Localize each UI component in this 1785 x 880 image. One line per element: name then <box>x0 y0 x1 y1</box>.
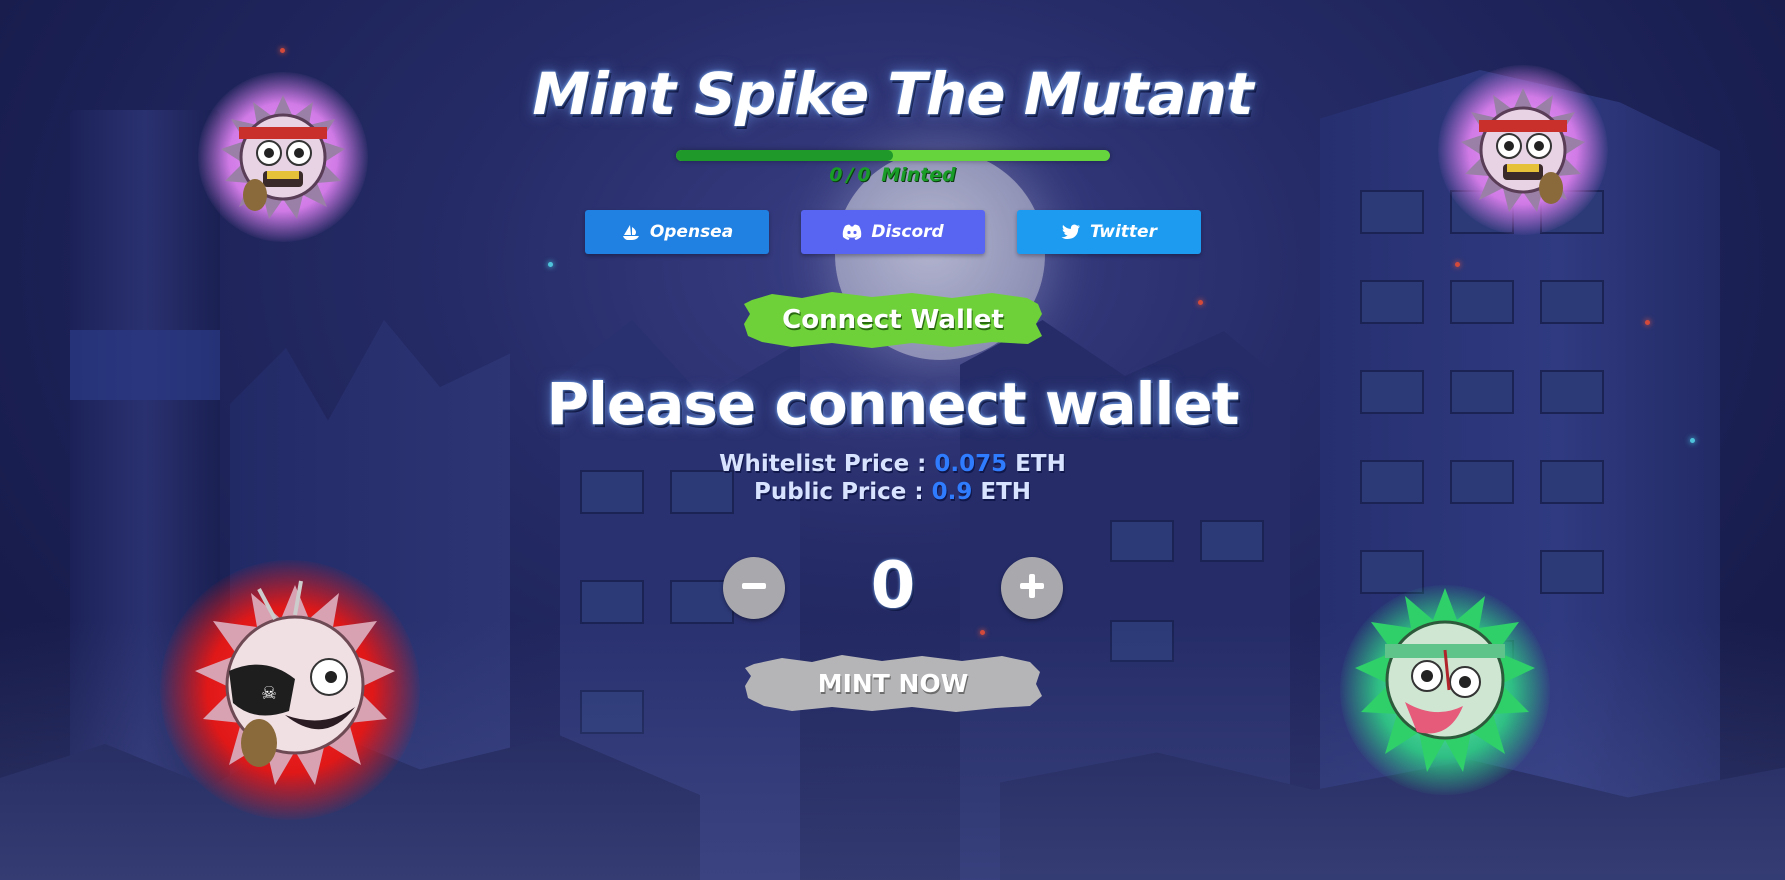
quantity-stepper: 0 <box>723 549 1063 623</box>
svg-text:☠: ☠ <box>261 683 277 704</box>
price-info: Whitelist Price : 0.075 ETH Public Price… <box>0 450 1785 506</box>
discord-label: Discord <box>871 222 944 242</box>
minted-count: 0 <box>829 164 843 186</box>
whitelist-price-unit: ETH <box>1015 451 1066 477</box>
mint-now-button[interactable]: MINT NOW <box>742 652 1044 714</box>
whitelist-price-value: 0.075 <box>934 451 1008 477</box>
social-links: Opensea Discord Twitter <box>585 210 1201 254</box>
public-price: Public Price : 0.9 ETH <box>0 478 1785 506</box>
whitelist-price-label: Whitelist Price : <box>719 451 927 477</box>
discord-button[interactable]: Discord <box>801 210 985 254</box>
increment-button[interactable] <box>1001 557 1063 619</box>
twitter-button[interactable]: Twitter <box>1017 210 1201 254</box>
wallet-status-message: Please connect wallet <box>546 370 1240 438</box>
connect-wallet-label: Connect Wallet <box>782 305 1004 335</box>
ember <box>1690 438 1695 443</box>
page-title: Mint Spike The Mutant <box>532 60 1253 128</box>
mint-progress-fill <box>676 150 893 161</box>
ember <box>1645 320 1650 325</box>
whitelist-price: Whitelist Price : 0.075 ETH <box>0 450 1785 478</box>
public-price-label: Public Price : <box>753 479 924 505</box>
plus-icon <box>1015 569 1049 607</box>
minted-suffix: Minted <box>881 164 956 186</box>
ember <box>980 630 985 635</box>
ember <box>280 48 285 53</box>
twitter-label: Twitter <box>1090 222 1157 242</box>
twitter-icon <box>1061 222 1081 242</box>
public-price-value: 0.9 <box>931 479 973 505</box>
opensea-button[interactable]: Opensea <box>585 210 769 254</box>
minted-counter: 0/0 Minted <box>0 164 1785 186</box>
mascot-bottom-left: ☠ <box>160 560 430 820</box>
ember <box>1455 262 1460 267</box>
minted-separator: / <box>846 164 854 186</box>
minted-total: 0 <box>857 164 871 186</box>
mascot-bottom-right <box>1330 565 1560 795</box>
connect-wallet-button[interactable]: Connect Wallet <box>742 290 1044 350</box>
opensea-label: Opensea <box>649 222 734 242</box>
ember <box>548 262 553 267</box>
public-price-unit: ETH <box>980 479 1032 505</box>
opensea-icon <box>621 222 641 242</box>
mint-now-label: MINT NOW <box>817 668 969 698</box>
discord-icon <box>842 222 862 242</box>
ember <box>1198 300 1203 305</box>
mint-progress-bar <box>676 150 1110 161</box>
